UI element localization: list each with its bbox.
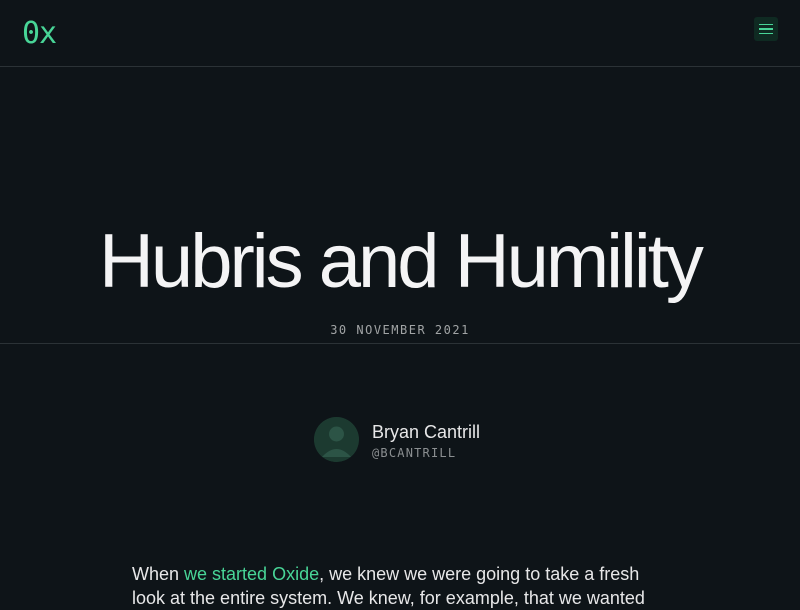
hamburger-menu-icon <box>759 23 773 26</box>
page-title: Hubris and Humility <box>99 219 704 304</box>
site-header: 0x <box>0 0 800 67</box>
oxide-logo[interactable]: 0x <box>22 16 57 52</box>
we-started-oxide-link[interactable]: we started Oxide <box>184 564 319 584</box>
hamburger-menu-icon-line <box>759 32 773 35</box>
person-silhouette-icon <box>314 417 359 462</box>
author-name[interactable]: Bryan Cantrill <box>372 420 480 444</box>
avatar[interactable] <box>314 417 359 462</box>
post-date: 30 NOVEMBER 2021 <box>330 323 470 337</box>
menu-button[interactable] <box>754 17 778 41</box>
author-info: Bryan Cantrill @BCANTRILL <box>372 420 480 460</box>
author-handle[interactable]: @BCANTRILL <box>372 446 480 460</box>
author-byline[interactable]: Bryan Cantrill @BCANTRILL <box>314 417 480 462</box>
article-paragraph: When we started Oxide, we knew we were g… <box>132 562 672 610</box>
paragraph-text: When <box>132 564 185 584</box>
post-hero: Hubris and Humility 30 NOVEMBER 2021 <box>0 67 800 344</box>
hamburger-menu-icon-line <box>759 28 773 30</box>
